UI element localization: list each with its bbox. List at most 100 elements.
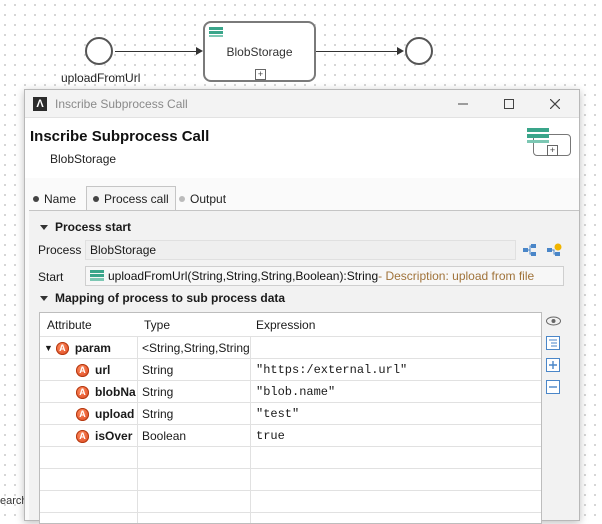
expression-cell[interactable]: "https:/external.url" bbox=[256, 359, 536, 381]
type-cell: <String,String,String bbox=[142, 341, 249, 355]
attribute-cell: A blobNa bbox=[76, 381, 136, 403]
lambda-icon: Λ bbox=[33, 96, 47, 111]
eye-icon bbox=[545, 316, 561, 326]
collapse-triangle-icon bbox=[40, 295, 48, 301]
empty-row bbox=[40, 469, 541, 491]
minimize-button[interactable] bbox=[453, 94, 473, 114]
start-description: - Description: upload from file bbox=[378, 269, 535, 283]
attribute-name: isOver bbox=[95, 429, 133, 443]
mapping-section[interactable]: Mapping of process to sub process data bbox=[40, 291, 285, 305]
attribute-icon: A bbox=[76, 407, 89, 421]
process-field[interactable]: BlobStorage bbox=[85, 240, 516, 260]
start-event[interactable] bbox=[85, 37, 113, 65]
process-start-title: Process start bbox=[55, 220, 132, 234]
dialog-titlebar[interactable]: Λ Inscribe Subprocess Call bbox=[25, 90, 579, 118]
expand-toggle-icon[interactable]: ▼ bbox=[44, 343, 53, 353]
table-row[interactable]: A url String "https:/external.url" bbox=[40, 359, 541, 381]
arrowhead-1 bbox=[196, 47, 203, 55]
tree-icon bbox=[546, 336, 560, 350]
subprocess-icon bbox=[209, 27, 223, 37]
expression-cell[interactable]: true bbox=[256, 425, 536, 447]
subprocess-icon bbox=[90, 270, 104, 281]
attribute-name: upload bbox=[95, 407, 135, 421]
header-subtitle: BlobStorage bbox=[50, 152, 117, 166]
tab-label: Name bbox=[44, 192, 77, 206]
tab-label: Process call bbox=[104, 192, 169, 206]
process-value: BlobStorage bbox=[90, 243, 157, 257]
type-cell: String bbox=[142, 407, 174, 421]
tab-name[interactable]: Name bbox=[33, 188, 76, 210]
expand-all-button[interactable] bbox=[545, 357, 561, 373]
mapping-title: Mapping of process to sub process data bbox=[55, 291, 286, 305]
attribute-cell: ▼ A param bbox=[44, 337, 136, 359]
tab-process-call[interactable]: Process call bbox=[86, 186, 176, 211]
attribute-icon: A bbox=[76, 429, 89, 443]
attribute-cell: A upload bbox=[76, 403, 136, 425]
tab-output[interactable]: Output bbox=[179, 188, 226, 210]
inscribe-dialog: Λ Inscribe Subprocess Call Inscribe Subp… bbox=[24, 89, 580, 524]
attribute-cell: A url bbox=[76, 359, 136, 381]
tab-dot-icon bbox=[33, 196, 39, 202]
type-cell: String bbox=[142, 363, 174, 377]
collapse-all-button[interactable] bbox=[545, 379, 561, 395]
tab-bar: Name Process call Output bbox=[25, 186, 579, 211]
dialog-header: Inscribe Subprocess Call BlobStorage + bbox=[25, 118, 579, 178]
select-process-button[interactable] bbox=[522, 242, 538, 258]
minus-square-icon bbox=[546, 380, 560, 394]
column-header-type[interactable]: Type bbox=[144, 313, 170, 337]
tab-label: Output bbox=[190, 192, 227, 206]
expression-cell[interactable]: "test" bbox=[256, 403, 536, 425]
attribute-icon: A bbox=[76, 363, 89, 377]
empty-row bbox=[40, 491, 541, 513]
end-event[interactable] bbox=[405, 37, 433, 65]
tab-dot-icon bbox=[93, 196, 99, 202]
tree-select-icon bbox=[523, 244, 536, 256]
sequence-flow-2[interactable] bbox=[316, 51, 398, 52]
attribute-cell: A isOver bbox=[76, 425, 136, 447]
collapse-triangle-icon bbox=[40, 224, 48, 230]
start-event-label: uploadFromUrl bbox=[61, 71, 141, 85]
attribute-icon: A bbox=[76, 385, 89, 399]
process-call-panel: Process start Process BlobStorage Start … bbox=[29, 210, 579, 524]
tab-dot-icon bbox=[179, 196, 185, 202]
process-start-section[interactable]: Process start bbox=[40, 220, 131, 234]
empty-row bbox=[40, 447, 541, 469]
type-cell: String bbox=[142, 385, 174, 399]
expression-cell[interactable] bbox=[256, 337, 536, 359]
start-field[interactable]: uploadFromUrl(String,String,String,Boole… bbox=[85, 266, 564, 286]
table-row[interactable]: A upload String "test" bbox=[40, 403, 541, 425]
table-header-row: Attribute Type Expression bbox=[40, 313, 541, 337]
table-row[interactable]: ▼ A param <String,String,String bbox=[40, 337, 541, 359]
column-header-attribute[interactable]: Attribute bbox=[47, 313, 92, 337]
subprocess-task[interactable]: BlobStorage + bbox=[203, 21, 316, 82]
minimize-icon bbox=[458, 103, 468, 105]
expand-marker-icon[interactable]: + bbox=[255, 69, 266, 80]
expression-cell[interactable]: "blob.name" bbox=[256, 381, 536, 403]
close-icon bbox=[550, 99, 560, 109]
attribute-icon: A bbox=[55, 341, 69, 355]
task-label: BlobStorage bbox=[226, 45, 293, 59]
new-process-icon bbox=[547, 243, 562, 256]
attribute-name: blobNa bbox=[95, 385, 136, 399]
close-button[interactable] bbox=[545, 94, 565, 114]
table-row[interactable]: A isOver Boolean true bbox=[40, 425, 541, 447]
type-cell: Boolean bbox=[142, 429, 187, 443]
table-row[interactable]: A blobNa String "blob.name" bbox=[40, 381, 541, 403]
attribute-name: param bbox=[74, 341, 111, 355]
sequence-flow-1[interactable] bbox=[115, 51, 197, 52]
new-process-button[interactable] bbox=[546, 242, 562, 258]
subprocess-large-icon: + bbox=[527, 128, 571, 156]
attribute-name: url bbox=[95, 363, 111, 377]
start-signature: uploadFromUrl(String,String,String,Boole… bbox=[108, 269, 379, 283]
plus-square-icon bbox=[546, 358, 560, 372]
start-label: Start bbox=[38, 270, 64, 284]
show-hide-button[interactable] bbox=[545, 313, 561, 329]
column-header-expression[interactable]: Expression bbox=[256, 313, 315, 337]
tree-view-button[interactable] bbox=[545, 335, 561, 351]
header-title: Inscribe Subprocess Call bbox=[30, 128, 210, 145]
arrowhead-2 bbox=[397, 47, 404, 55]
window-title: Inscribe Subprocess Call bbox=[55, 96, 188, 111]
process-label: Process bbox=[38, 243, 82, 257]
mapping-table: Attribute Type Expression ▼ A param <Str… bbox=[39, 312, 542, 524]
maximize-button[interactable] bbox=[499, 94, 519, 114]
